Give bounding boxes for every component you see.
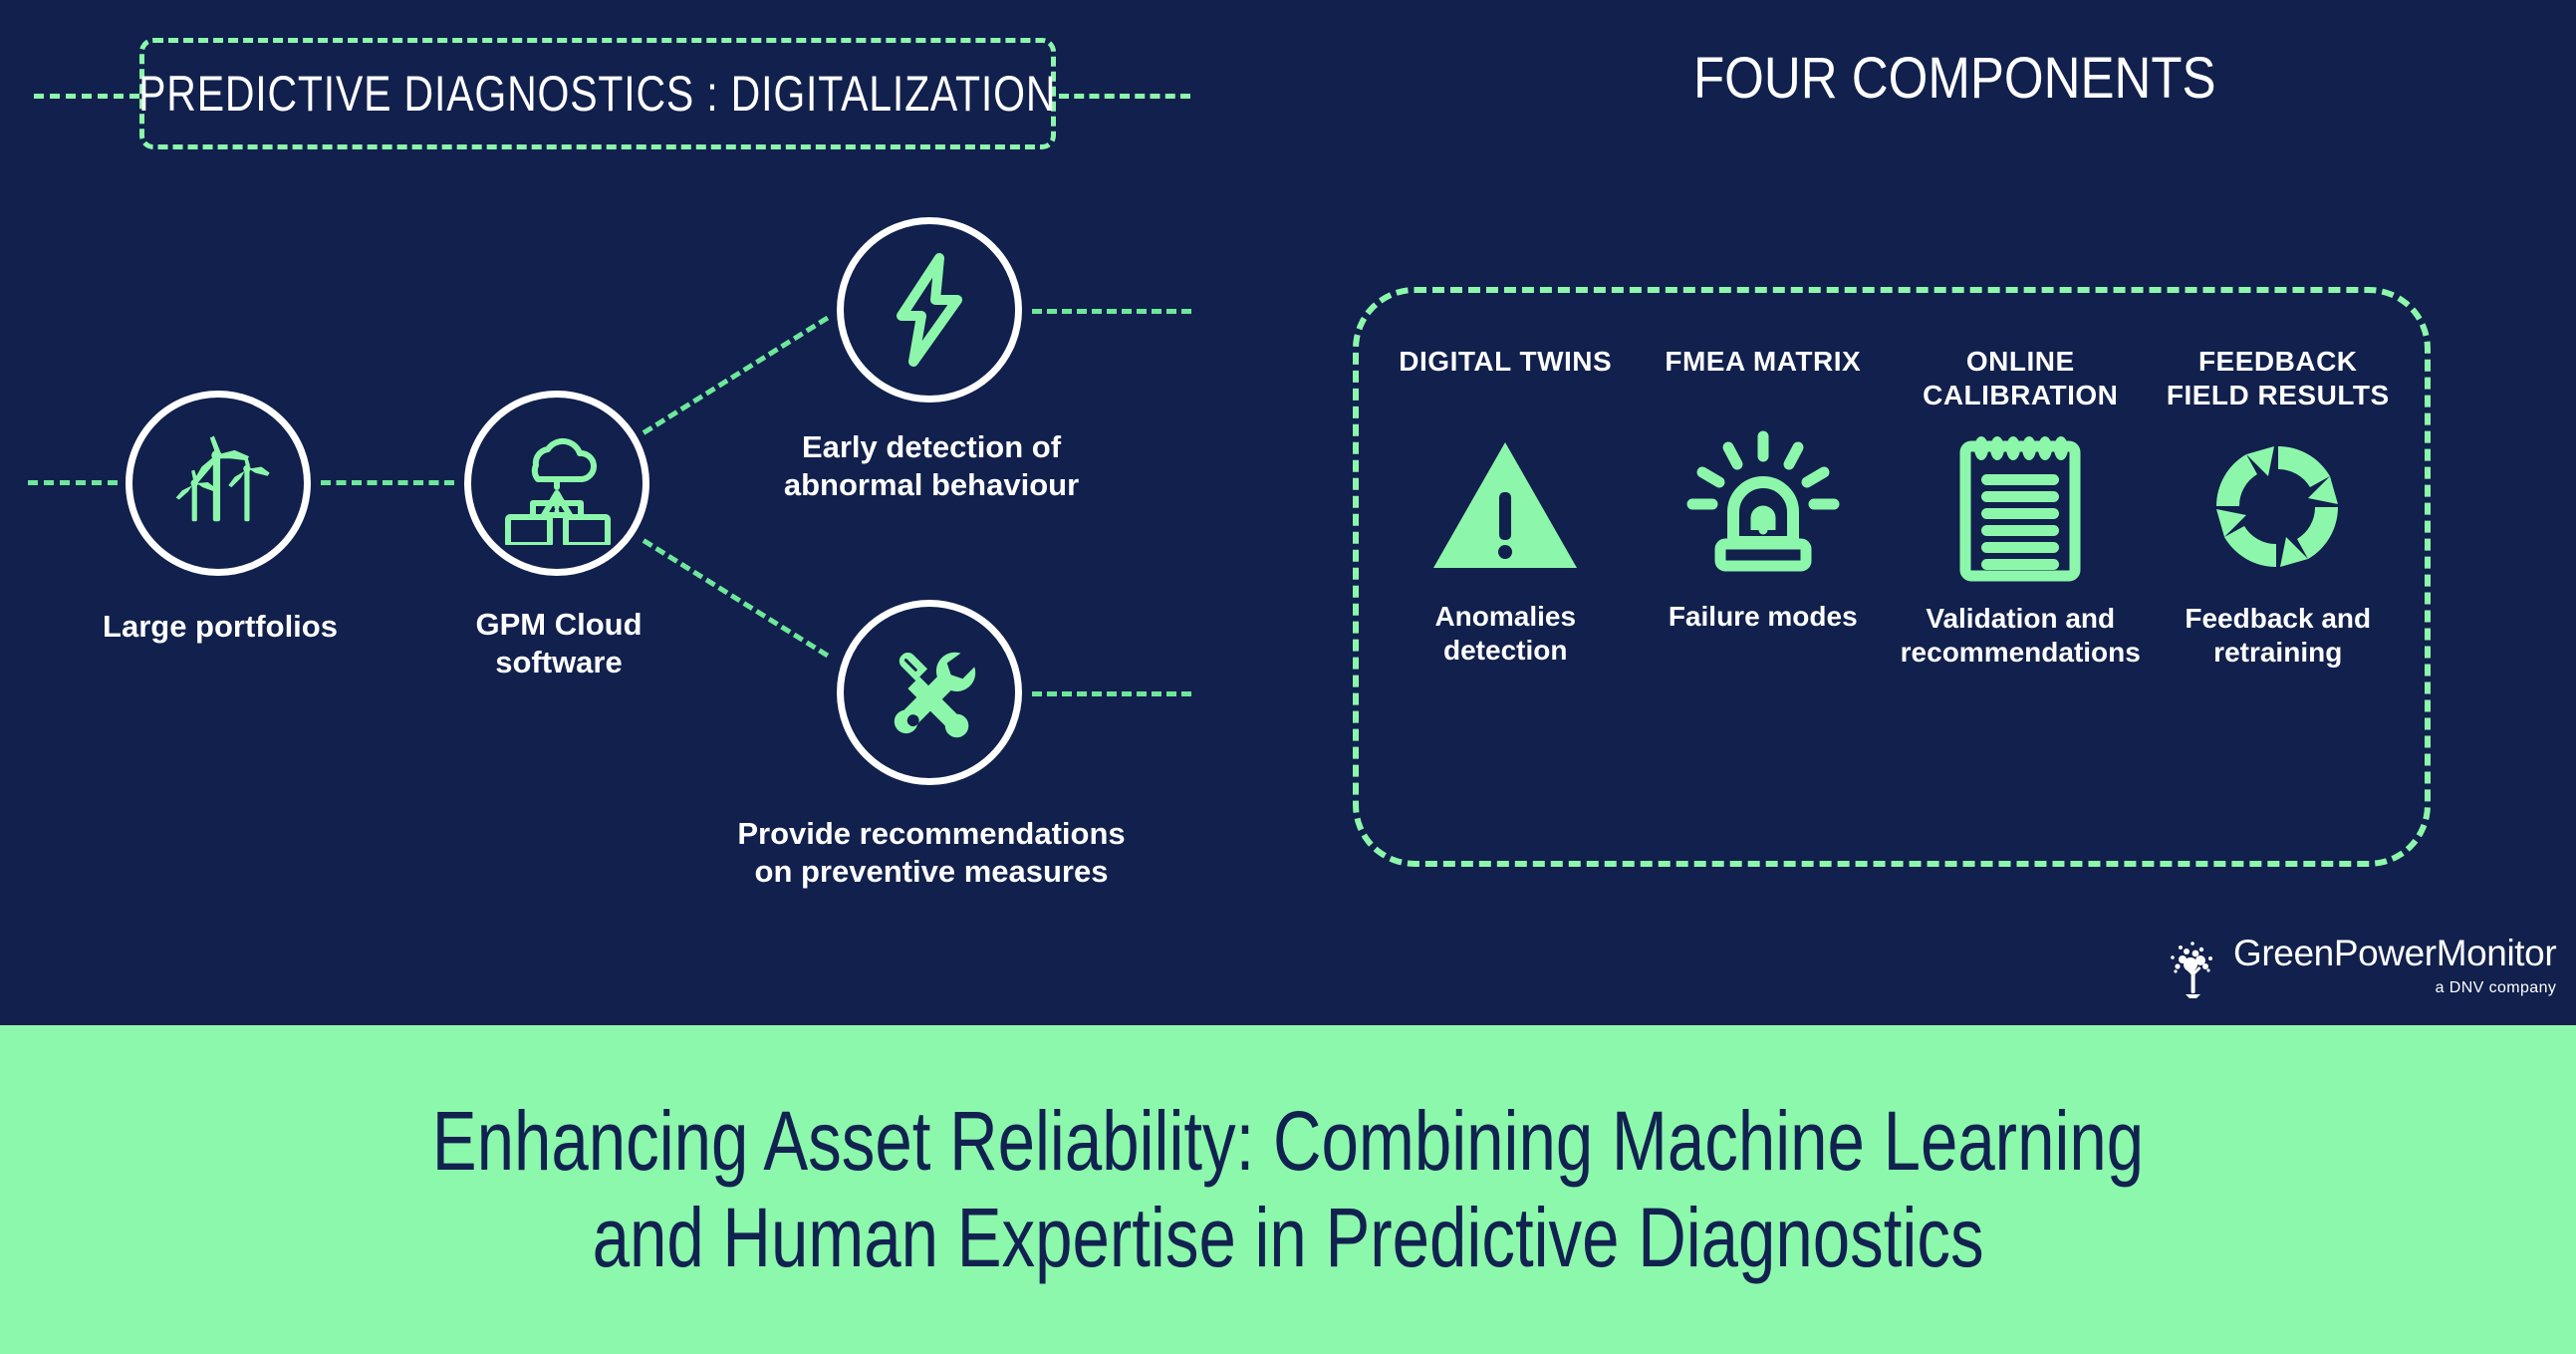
title-line2: CALIBRATION: [1923, 380, 2119, 411]
node-label-gpm-cloud-software: GPM Cloud software: [385, 606, 733, 681]
four-components-grid: DIGITAL TWINS Anomalies detection FMEA M…: [1353, 287, 2431, 867]
notepad-icon: [1959, 436, 2081, 582]
bolt-label-line1: Early detection of: [801, 429, 1062, 464]
title-line1: FEEDBACK: [2197, 346, 2358, 377]
logo-name: GreenPowerMonitor: [2233, 933, 2557, 973]
node-label-large-portfolios: Large portfolios: [103, 609, 338, 644]
flow-diagram: Large portfolios GPM Cloud software Earl…: [0, 169, 1255, 956]
logo-text-group: GreenPowerMonitor a DNV company: [2233, 933, 2557, 996]
node-label-early-detection: Early detection of abnormal behaviour: [697, 428, 1165, 504]
cycle-arrows-icon: [2215, 446, 2338, 568]
banner-line-2: and Human Expertise in Predictive Diagno…: [592, 1191, 1984, 1284]
node-preventive-measures[interactable]: [837, 600, 1022, 785]
cloud-label-line1: GPM Cloud: [475, 607, 643, 642]
node-label-preventive-measures: Provide recommendations on preventive me…: [687, 815, 1175, 891]
warning-triangle-icon: [1433, 442, 1578, 568]
caption-line1: Failure modes: [1668, 601, 1858, 632]
banner-line-1: Enhancing Asset Reliability: Combining M…: [431, 1093, 2145, 1188]
component-caption-fmea-matrix: Failure modes: [1669, 600, 1858, 634]
component-title-feedback-field-results: FEEDBACK FIELD RESULTS: [2167, 345, 2390, 412]
tools-label-line2: on preventive measures: [754, 853, 1109, 889]
node-gpm-cloud-software[interactable]: [464, 391, 649, 576]
header-dash-left: [34, 94, 139, 99]
connector-portfolio-to-cloud: [321, 480, 454, 485]
component-fmea-matrix[interactable]: FMEA MATRIX Failure modes: [1635, 345, 1893, 827]
component-digital-twins[interactable]: DIGITAL TWINS Anomalies detection: [1377, 345, 1635, 827]
predictive-diagnostics-title-box: PREDICTIVE DIAGNOSTICS : DIGITALIZATION: [138, 38, 1057, 149]
lightning-bolt-icon: [897, 253, 962, 367]
component-feedback-field-results[interactable]: FEEDBACK FIELD RESULTS Feedback and retr…: [2150, 345, 2408, 827]
connector-cloud-to-detection: [642, 315, 830, 435]
warning-triangle-icon-wrap: [1431, 410, 1579, 600]
component-title-online-calibration: ONLINE CALIBRATION: [1923, 345, 2118, 412]
left-header-group: PREDICTIVE DIAGNOSTICS : DIGITALIZATION: [0, 30, 1245, 159]
four-components-heading: FOUR COMPONENTS: [1693, 46, 2216, 111]
notepad-icon-wrap: [1957, 412, 2083, 602]
caption-line2: recommendations: [1900, 637, 2141, 669]
caption-line2: retraining: [2213, 637, 2343, 669]
connector-recommendations-output: [1032, 691, 1191, 696]
component-title-digital-twins: DIGITAL TWINS: [1399, 346, 1613, 377]
slide-stage: PREDICTIVE DIAGNOSTICS : DIGITALIZATION …: [0, 0, 2576, 1025]
page-title: PREDICTIVE DIAGNOSTICS : DIGITALIZATION: [138, 66, 1057, 122]
bottom-banner: Enhancing Asset Reliability: Combining M…: [0, 1025, 2576, 1354]
component-caption-digital-twins: Anomalies detection: [1434, 600, 1576, 668]
logo-tagline: a DNV company: [2435, 979, 2557, 996]
cloud-monitors-icon: [505, 437, 611, 545]
caption-line1: Anomalies: [1434, 601, 1577, 632]
component-caption-feedback-field-results: Feedback and retraining: [2185, 602, 2371, 670]
caption-line2: detection: [1443, 635, 1568, 667]
component-caption-online-calibration: Validation and recommendations: [1901, 602, 2141, 670]
caption-line1: Validation and: [1926, 603, 2116, 635]
cloud-label-line2: software: [495, 644, 623, 679]
tools-label-line1: Provide recommendations: [737, 816, 1126, 851]
greenpowermonitor-logo: GreenPowerMonitor a DNV company: [2168, 933, 2557, 998]
caption-line1: Feedback and: [2185, 603, 2372, 635]
tree-particles-icon: [2171, 942, 2212, 998]
alarm-siren-icon-wrap: [1676, 410, 1850, 600]
node-early-detection[interactable]: [837, 217, 1022, 403]
component-title-fmea-matrix: FMEA MATRIX: [1665, 346, 1862, 377]
title-line2: FIELD RESULTS: [2166, 380, 2390, 411]
bolt-label-line2: abnormal behaviour: [783, 466, 1080, 502]
connector-input-dash: [28, 480, 118, 485]
wind-turbines-icon: [175, 435, 270, 522]
alarm-siren-icon: [1686, 430, 1840, 572]
component-online-calibration[interactable]: ONLINE CALIBRATION Validation and recomm…: [1892, 345, 2150, 827]
connector-detection-output: [1032, 309, 1191, 314]
cycle-arrows-icon-wrap: [2203, 412, 2353, 602]
node-large-portfolios[interactable]: [126, 391, 311, 576]
title-line1: ONLINE: [1965, 346, 2075, 377]
header-dash-right: [1059, 94, 1190, 99]
tools-icon: [894, 652, 976, 738]
